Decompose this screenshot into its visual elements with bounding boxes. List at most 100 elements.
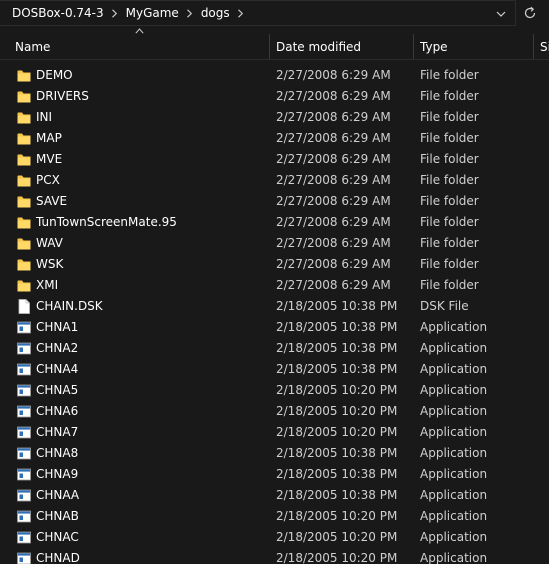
date-modified: 2/18/2005 10:38 PM (276, 299, 398, 313)
file-name[interactable]: DRIVERS (36, 86, 89, 107)
folder-icon (17, 152, 31, 167)
folder-icon (17, 173, 31, 188)
file-row[interactable]: PCX 2/27/2008 6:29 AM File folder (0, 170, 549, 191)
column-divider[interactable] (413, 34, 414, 59)
breadcrumb-item-dogs[interactable]: dogs (201, 6, 230, 20)
file-row[interactable]: CHNAA 2/18/2005 10:38 PM Application (0, 485, 549, 506)
file-name[interactable]: CHNA1 (36, 317, 78, 338)
file-name[interactable]: CHNA8 (36, 443, 78, 464)
file-row[interactable]: SAVE 2/27/2008 6:29 AM File folder (0, 191, 549, 212)
folder-icon (17, 257, 31, 272)
date-modified: 2/18/2005 10:38 PM (276, 320, 398, 334)
file-row[interactable]: WSK 2/27/2008 6:29 AM File folder (0, 254, 549, 275)
file-type: Application (420, 383, 488, 397)
file-row[interactable]: CHNAB 2/18/2005 10:20 PM Application (0, 506, 549, 527)
date-modified: 2/18/2005 10:20 PM (276, 383, 398, 397)
date-modified: 2/18/2005 10:20 PM (276, 551, 398, 564)
file-row[interactable]: CHNA7 2/18/2005 10:20 PM Application (0, 422, 549, 443)
folder-icon (17, 110, 31, 125)
file-row[interactable]: CHNA5 2/18/2005 10:20 PM Application (0, 380, 549, 401)
file-row[interactable]: MAP 2/27/2008 6:29 AM File folder (0, 128, 549, 149)
file-row[interactable]: CHNA8 2/18/2005 10:38 PM Application (0, 443, 549, 464)
file-row[interactable]: WAV 2/27/2008 6:29 AM File folder (0, 233, 549, 254)
date-modified: 2/27/2008 6:29 AM (276, 89, 391, 103)
date-modified: 2/18/2005 10:20 PM (276, 425, 398, 439)
file-row[interactable]: TunTownScreenMate.95 2/27/2008 6:29 AM Fil… (0, 212, 549, 233)
file-type: Application (420, 530, 488, 544)
refresh-icon[interactable] (522, 5, 538, 21)
file-row[interactable]: CHAIN.DSK 2/18/2005 10:38 PM DSK File (0, 296, 549, 317)
file-row[interactable]: MVE 2/27/2008 6:29 AM File folder (0, 149, 549, 170)
address-box[interactable]: DOSBox-0.74-3 MyGame dogs (0, 0, 516, 26)
file-row[interactable]: CHNAD 2/18/2005 10:20 PM Application (0, 548, 549, 564)
file-name[interactable]: CHNAD (36, 548, 80, 564)
column-divider[interactable] (269, 34, 270, 59)
chevron-right-icon[interactable] (230, 8, 252, 18)
file-name[interactable]: CHNA4 (36, 359, 78, 380)
file-row[interactable]: CHNAC 2/18/2005 10:20 PM Application (0, 527, 549, 548)
file-row[interactable]: DEMO 2/27/2008 6:29 AM File folder (0, 65, 549, 86)
chevron-right-icon[interactable] (104, 8, 126, 18)
file-name[interactable]: MAP (36, 128, 62, 149)
file-name[interactable]: WAV (36, 233, 63, 254)
file-row[interactable]: CHNA9 2/18/2005 10:38 PM Application (0, 464, 549, 485)
file-name[interactable]: XMI (36, 275, 58, 296)
date-modified: 2/27/2008 6:29 AM (276, 278, 391, 292)
column-header-type[interactable]: Type (420, 34, 532, 59)
file-name[interactable]: PCX (36, 170, 60, 191)
file-type: File folder (420, 89, 479, 103)
file-row[interactable]: CHNA1 2/18/2005 10:38 PM Application (0, 317, 549, 338)
file-name[interactable]: CHNA9 (36, 464, 78, 485)
date-modified: 2/18/2005 10:20 PM (276, 404, 398, 418)
file-name[interactable]: CHNA5 (36, 380, 78, 401)
file-row[interactable]: INI 2/27/2008 6:29 AM File folder (0, 107, 549, 128)
column-divider[interactable] (533, 34, 534, 59)
file-type: Application (420, 341, 488, 355)
column-header-size[interactable]: Si (540, 34, 549, 59)
file-name[interactable]: INI (36, 107, 52, 128)
file-type: File folder (420, 257, 479, 271)
folder-icon (17, 278, 31, 293)
file-name[interactable]: TunTownScreenMate.95 (36, 212, 177, 233)
file-name[interactable]: SAVE (36, 191, 67, 212)
breadcrumb-item-dosbox[interactable]: DOSBox-0.74-3 (12, 6, 104, 20)
column-header-name[interactable]: Name (15, 34, 268, 59)
file-name[interactable]: CHNAC (36, 527, 79, 548)
file-type: Application (420, 320, 488, 334)
chevron-right-icon[interactable] (179, 8, 201, 18)
date-modified: 2/27/2008 6:29 AM (276, 257, 391, 271)
folder-icon (17, 68, 31, 83)
file-row[interactable]: CHNA4 2/18/2005 10:38 PM Application (0, 359, 549, 380)
date-modified: 2/27/2008 6:29 AM (276, 152, 391, 166)
file-row[interactable]: DRIVERS 2/27/2008 6:29 AM File folder (0, 86, 549, 107)
breadcrumb-item-mygame[interactable]: MyGame (126, 6, 179, 20)
chevron-down-icon[interactable] (494, 7, 508, 21)
file-name[interactable]: CHNAB (36, 506, 79, 527)
column-header-date-modified[interactable]: Date modified (276, 34, 412, 59)
application-icon (17, 425, 31, 440)
file-name[interactable]: CHNA2 (36, 338, 78, 359)
file-name[interactable]: CHAIN.DSK (36, 296, 103, 317)
file-type: File folder (420, 131, 479, 145)
file-icon (17, 299, 31, 314)
date-modified: 2/27/2008 6:29 AM (276, 194, 391, 208)
date-modified: 2/27/2008 6:29 AM (276, 110, 391, 124)
date-modified: 2/27/2008 6:29 AM (276, 131, 391, 145)
file-name[interactable]: MVE (36, 149, 62, 170)
application-icon (17, 404, 31, 419)
file-name[interactable]: WSK (36, 254, 63, 275)
breadcrumb: DOSBox-0.74-3 MyGame dogs (12, 1, 252, 25)
application-icon (17, 530, 31, 545)
file-name[interactable]: DEMO (36, 65, 73, 86)
date-modified: 2/27/2008 6:29 AM (276, 68, 391, 82)
file-name[interactable]: CHNA6 (36, 401, 78, 422)
application-icon (17, 362, 31, 377)
address-bar[interactable]: DOSBox-0.74-3 MyGame dogs (0, 0, 549, 26)
file-type: Application (420, 551, 488, 564)
file-row[interactable]: CHNA2 2/18/2005 10:38 PM Application (0, 338, 549, 359)
file-row[interactable]: CHNA6 2/18/2005 10:20 PM Application (0, 401, 549, 422)
file-row[interactable]: XMI 2/27/2008 6:29 AM File folder (0, 275, 549, 296)
file-name[interactable]: CHNA7 (36, 422, 78, 443)
file-name[interactable]: CHNAA (36, 485, 79, 506)
date-modified: 2/18/2005 10:38 PM (276, 467, 398, 481)
